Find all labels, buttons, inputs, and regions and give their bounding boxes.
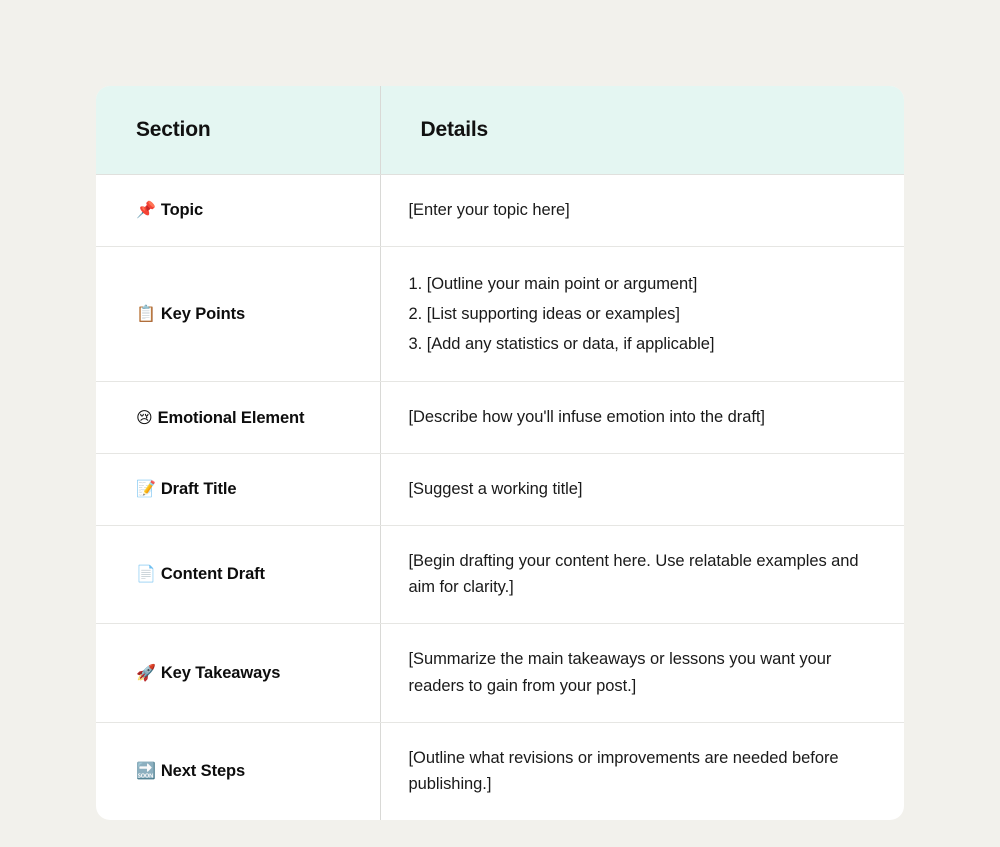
- details-ordered-list: 1. [Outline your main point or argument]…: [409, 269, 875, 360]
- table-header-row: Section Details: [96, 86, 904, 175]
- details-cell: [Outline what revisions or improvements …: [380, 722, 904, 820]
- table-row: 📋 Key Points 1. [Outline your main point …: [96, 246, 904, 383]
- section-cell: 🔜 Next Steps: [96, 722, 381, 821]
- details-text: [Enter your topic here]: [408, 201, 570, 219]
- section-cell: 📌 Topic: [96, 174, 381, 247]
- section-name: Draft Title: [160, 480, 237, 499]
- table-header: Section Details: [96, 86, 904, 175]
- pushpin-emoji: 📌: [136, 200, 156, 220]
- memo-emoji: 📝: [136, 479, 156, 499]
- section-name: Next Steps: [160, 762, 246, 781]
- page-facing-up-emoji: 📄: [136, 564, 156, 584]
- details-cell: [Describe how you'll infuse emotion into…: [380, 381, 904, 454]
- section-label: 😢 Emotional Element: [136, 407, 364, 429]
- content-template-table: Section Details 📌 Topic [Enter your topic…: [96, 86, 904, 821]
- section-label: 📋 Key Points: [136, 303, 364, 325]
- details-text: [Summarize the main takeaways or lessons…: [408, 650, 832, 695]
- list-item: 1. [Outline your main point or argument]: [408, 274, 698, 293]
- section-cell: 🚀 Key Takeaways: [96, 623, 381, 723]
- section-cell: 😢 Emotional Element: [96, 381, 381, 454]
- details-text: [Outline what revisions or improvements …: [408, 748, 839, 794]
- list-item: 2. [List supporting ideas or examples]: [408, 304, 680, 323]
- table-row: 🚀 Key Takeaways [Summarize the main takea…: [96, 623, 904, 723]
- table-row: 📌 Topic [Enter your topic here]: [96, 174, 904, 247]
- list-item: 3. [Add any statistics or data, if appli…: [408, 335, 715, 354]
- details-text: [Suggest a working title]: [408, 480, 583, 498]
- rocket-emoji: 🚀: [136, 662, 156, 682]
- crying-face-emoji: 😢: [136, 407, 153, 427]
- section-name: Key Points: [160, 304, 246, 323]
- details-cell: [Enter your topic here]: [380, 174, 904, 247]
- column-header-details: Details: [380, 86, 904, 175]
- clipboard-emoji: 📋: [136, 303, 156, 323]
- section-cell: 📋 Key Points: [96, 246, 381, 383]
- section-cell: 📄 Content Draft: [96, 525, 381, 625]
- section-label: 📄 Content Draft: [136, 563, 364, 585]
- soon-arrow-emoji: 🔜: [136, 761, 156, 781]
- section-name: Topic: [160, 201, 204, 220]
- content-template-card: Section Details 📌 Topic [Enter your topic…: [96, 86, 904, 821]
- table-row: 🔜 Next Steps [Outline what revisions or i…: [96, 722, 904, 821]
- section-label: 📌 Topic: [136, 199, 364, 221]
- section-name: Key Takeaways: [160, 663, 281, 682]
- section-label: 🚀 Key Takeaways: [136, 662, 364, 684]
- section-name: Content Draft: [160, 565, 265, 584]
- details-text: [Begin drafting your content here. Use r…: [408, 551, 859, 597]
- section-label: 🔜 Next Steps: [136, 760, 364, 782]
- section-label: 📝 Draft Title: [136, 478, 364, 500]
- page-canvas: Section Details 📌 Topic [Enter your topic…: [0, 0, 1000, 847]
- details-text: [Describe how you'll infuse emotion into…: [408, 408, 766, 427]
- table-row: 📄 Content Draft [Begin drafting your cont…: [96, 525, 904, 625]
- details-cell: 1. [Outline your main point or argument]…: [380, 246, 904, 383]
- details-cell: [Suggest a working title]: [380, 453, 904, 526]
- details-cell: [Begin drafting your content here. Use r…: [380, 525, 904, 625]
- details-cell: [Summarize the main takeaways or lessons…: [380, 623, 904, 723]
- section-name: Emotional Element: [157, 408, 305, 427]
- column-header-section: Section: [96, 86, 381, 175]
- table-body: 📌 Topic [Enter your topic here] 📋 Key Poin…: [96, 174, 904, 821]
- table-row: 📝 Draft Title [Suggest a working title]: [96, 453, 904, 526]
- section-cell: 📝 Draft Title: [96, 453, 381, 526]
- table-row: 😢 Emotional Element [Describe how you'll …: [96, 381, 904, 454]
